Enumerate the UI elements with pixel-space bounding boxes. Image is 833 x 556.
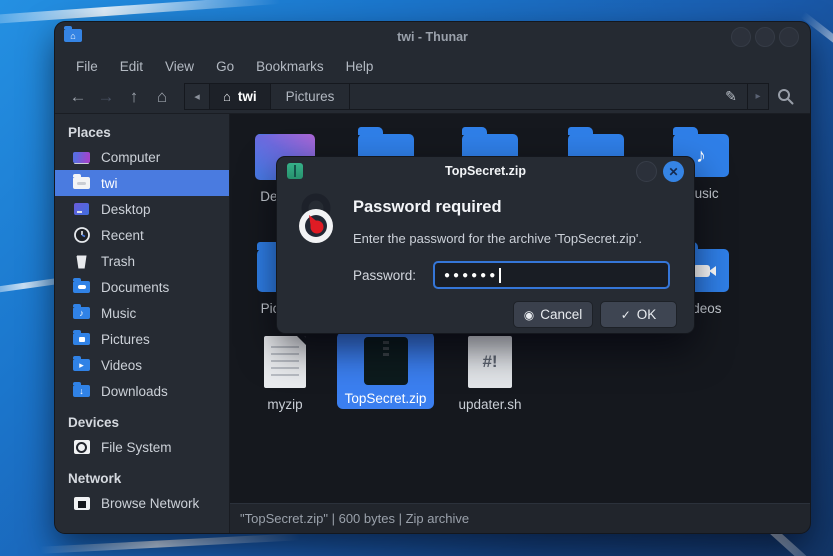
forward-icon[interactable]: →: [92, 84, 120, 110]
desktop-wallpaper: ⌂ twi - Thunar File Edit View Go Bookmar…: [0, 0, 833, 556]
sidebar-header-devices: Devices: [55, 410, 229, 434]
archive-green-icon: [287, 163, 303, 179]
menu-view[interactable]: View: [154, 55, 205, 78]
sidebar: Places Computer twi Desktop R: [55, 114, 230, 533]
sidebar-item-videos[interactable]: ▸ Videos: [55, 352, 229, 378]
recent-clock-icon: [72, 227, 91, 243]
sidebar-item-downloads[interactable]: ↓ Downloads: [55, 378, 229, 404]
trash-icon: [72, 253, 91, 269]
text-file-icon: [264, 336, 306, 388]
up-icon[interactable]: ↑: [120, 84, 148, 110]
breadcrumb-segment-pictures[interactable]: Pictures: [271, 84, 351, 109]
zip-archive-icon: [364, 337, 408, 385]
drive-icon: [72, 439, 91, 455]
menubar: File Edit View Go Bookmarks Help: [55, 52, 810, 80]
dialog-minimize-button[interactable]: [636, 161, 657, 182]
menu-go[interactable]: Go: [205, 55, 245, 78]
edit-path-icon[interactable]: ✎: [715, 84, 747, 109]
text-caret: [499, 268, 501, 283]
folder-documents-icon: [72, 279, 91, 295]
dialog-close-button[interactable]: ✕: [663, 161, 684, 182]
breadcrumb-chevron-icon[interactable]: ◂: [185, 84, 210, 109]
window-title: twi - Thunar: [55, 30, 810, 44]
titlebar[interactable]: ⌂ twi - Thunar: [55, 22, 810, 52]
window-controls: [731, 27, 799, 47]
shell-script-icon: #!: [468, 336, 512, 388]
sidebar-item-music[interactable]: ♪ Music: [55, 300, 229, 326]
lock-icon: [292, 193, 340, 252]
password-label: Password:: [353, 268, 416, 283]
sidebar-item-desktop[interactable]: Desktop: [55, 196, 229, 222]
password-masked-value: ●●●●●●: [444, 270, 498, 281]
thunar-app-icon: ⌂: [64, 29, 82, 42]
minimize-button[interactable]: [731, 27, 751, 47]
network-icon: [72, 495, 91, 511]
computer-icon: [72, 149, 91, 165]
breadcrumb-label: twi: [238, 89, 257, 104]
home-icon: ⌂: [223, 89, 231, 104]
statusbar-text: "TopSecret.zip" | 600 bytes | Zip archiv…: [240, 511, 469, 526]
sidebar-item-twi[interactable]: twi: [55, 170, 229, 196]
sidebar-item-browse-network[interactable]: Browse Network: [55, 490, 229, 516]
sidebar-item-documents[interactable]: Documents: [55, 274, 229, 300]
sidebar-item-recent[interactable]: Recent: [55, 222, 229, 248]
menu-edit[interactable]: Edit: [109, 55, 154, 78]
password-input[interactable]: ●●●●●●: [433, 261, 670, 289]
dropdown-arrow-icon[interactable]: ▸: [748, 83, 769, 110]
file-topsecret-zip[interactable]: TopSecret.zip: [337, 332, 434, 409]
sidebar-item-file-system[interactable]: File System: [55, 434, 229, 460]
menu-help[interactable]: Help: [335, 55, 385, 78]
dialog-heading: Password required: [353, 198, 502, 217]
breadcrumb: ◂ ⌂ twi Pictures ✎: [184, 83, 748, 110]
sidebar-header-network: Network: [55, 466, 229, 490]
breadcrumb-segment-twi[interactable]: ⌂ twi: [210, 84, 271, 109]
sidebar-item-computer[interactable]: Computer: [55, 144, 229, 170]
breadcrumb-label: Pictures: [286, 89, 335, 104]
sidebar-item-trash[interactable]: Trash: [55, 248, 229, 274]
folder-downloads-icon: ↓: [72, 383, 91, 399]
statusbar: "TopSecret.zip" | 600 bytes | Zip archiv…: [230, 503, 810, 533]
folder-videos-icon: ▸: [72, 357, 91, 373]
menu-file[interactable]: File: [65, 55, 109, 78]
dialog-titlebar[interactable]: TopSecret.zip ✕: [277, 157, 694, 185]
menu-bookmarks[interactable]: Bookmarks: [245, 55, 335, 78]
dialog-title: TopSecret.zip: [445, 164, 526, 178]
desktop-icon: [72, 201, 91, 217]
ok-button[interactable]: ✓ OK: [600, 301, 677, 328]
maximize-button[interactable]: [755, 27, 775, 47]
cancel-icon: ◉: [524, 308, 534, 322]
back-icon[interactable]: ←: [64, 84, 92, 110]
close-icon: ✕: [668, 165, 678, 179]
dialog-message: Enter the password for the archive 'TopS…: [353, 231, 642, 246]
file-updater-sh[interactable]: #! updater.sh: [438, 336, 542, 412]
search-icon[interactable]: [769, 83, 801, 110]
sidebar-item-pictures[interactable]: Pictures: [55, 326, 229, 352]
close-button[interactable]: [779, 27, 799, 47]
folder-pictures-icon: [72, 331, 91, 347]
wallpaper-streak: [40, 533, 300, 554]
home-folder-icon: [72, 175, 91, 191]
path-spacer: [350, 84, 715, 109]
home-icon[interactable]: ⌂: [148, 84, 176, 110]
toolbar: ← → ↑ ⌂ ◂ ⌂ twi Pictures ✎ ▸: [55, 80, 810, 114]
password-dialog: TopSecret.zip ✕ Password required Enter …: [277, 157, 694, 333]
sidebar-header-places: Places: [55, 120, 229, 144]
file-myzip[interactable]: myzip: [233, 336, 337, 412]
folder-music-icon: ♪: [72, 305, 91, 321]
cancel-button[interactable]: ◉ Cancel: [513, 301, 593, 328]
check-icon: ✓: [621, 308, 631, 322]
